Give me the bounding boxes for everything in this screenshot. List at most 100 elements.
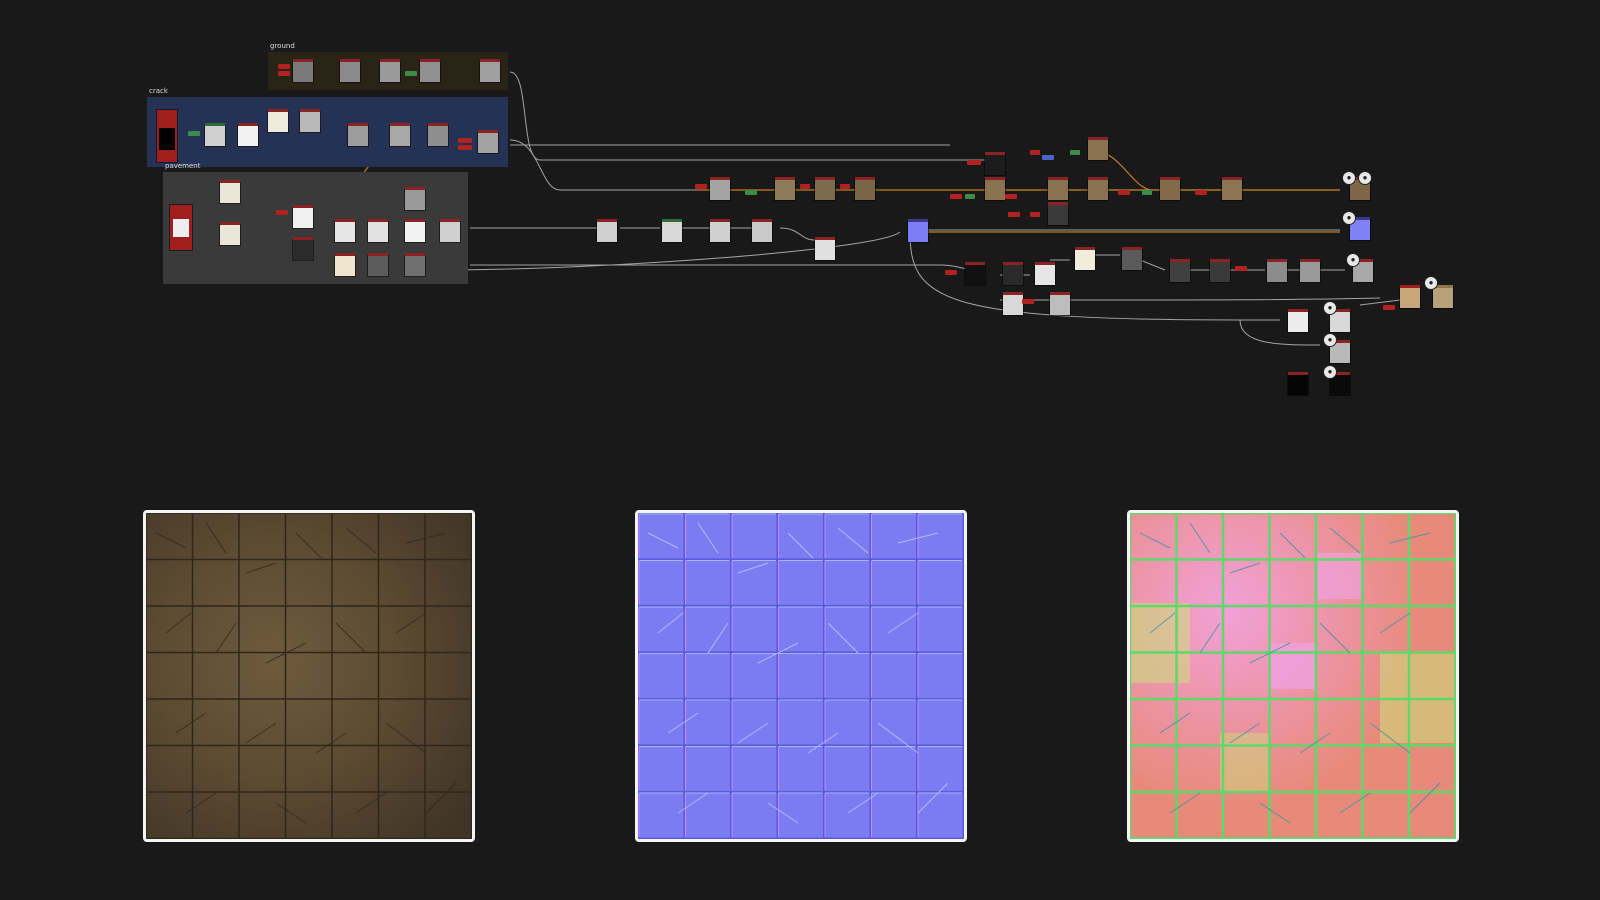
graph-node[interactable] bbox=[170, 205, 192, 250]
graph-node[interactable] bbox=[710, 177, 730, 200]
graph-node[interactable] bbox=[1433, 285, 1453, 308]
normal-map-texture bbox=[638, 513, 964, 839]
graph-node[interactable] bbox=[710, 219, 730, 242]
port-tag bbox=[945, 270, 957, 275]
output-icon[interactable]: ● bbox=[1323, 365, 1337, 379]
port-tag bbox=[278, 71, 290, 76]
port-tag bbox=[1042, 155, 1054, 160]
graph-node[interactable] bbox=[348, 123, 368, 146]
port-tag bbox=[1383, 305, 1395, 310]
graph-node[interactable] bbox=[775, 177, 795, 200]
graph-node[interactable] bbox=[1048, 177, 1068, 200]
port-tag bbox=[1022, 299, 1034, 304]
mask-map-preview[interactable] bbox=[1127, 510, 1459, 842]
graph-node[interactable] bbox=[440, 219, 460, 242]
graph-node[interactable] bbox=[1300, 259, 1320, 282]
port-tag bbox=[1118, 190, 1130, 195]
output-icon[interactable]: ● bbox=[1358, 171, 1372, 185]
port-tag bbox=[745, 190, 757, 195]
graph-node[interactable] bbox=[1088, 177, 1108, 200]
output-icon[interactable]: ● bbox=[1323, 333, 1337, 347]
graph-node[interactable] bbox=[815, 177, 835, 200]
output-icon[interactable]: ● bbox=[1424, 276, 1438, 290]
graph-node[interactable] bbox=[293, 59, 313, 82]
graph-node[interactable] bbox=[1170, 259, 1190, 282]
graph-node[interactable] bbox=[1288, 309, 1308, 332]
graph-node[interactable] bbox=[597, 219, 617, 242]
graph-node[interactable] bbox=[300, 109, 320, 132]
port-tag bbox=[950, 194, 962, 199]
graph-node[interactable] bbox=[480, 59, 500, 82]
normal-map-preview[interactable] bbox=[635, 510, 967, 842]
graph-node[interactable] bbox=[1088, 137, 1108, 160]
graph-node[interactable] bbox=[293, 237, 313, 260]
graph-node[interactable] bbox=[1267, 259, 1287, 282]
graph-node[interactable] bbox=[368, 219, 388, 242]
graph-node[interactable] bbox=[1003, 262, 1023, 285]
output-icon[interactable]: ● bbox=[1342, 171, 1356, 185]
graph-node[interactable] bbox=[368, 253, 388, 276]
graph-node[interactable] bbox=[1160, 177, 1180, 200]
frame-title-ground: ground bbox=[270, 42, 295, 50]
base-color-preview[interactable] bbox=[143, 510, 475, 842]
port-tag bbox=[1005, 194, 1017, 199]
frame-crack[interactable]: crack bbox=[147, 87, 508, 167]
graph-node[interactable] bbox=[1122, 247, 1142, 270]
graph-node[interactable] bbox=[815, 237, 835, 260]
port-tag bbox=[1030, 150, 1040, 155]
output-icon[interactable]: ● bbox=[1346, 253, 1360, 267]
port-tag bbox=[1142, 190, 1152, 195]
graph-node[interactable] bbox=[965, 262, 985, 285]
graph-node[interactable] bbox=[1050, 292, 1070, 315]
graph-node[interactable] bbox=[752, 219, 772, 242]
frame-title-pavement: pavement bbox=[165, 162, 201, 170]
graph-node[interactable] bbox=[1400, 285, 1420, 308]
port-tag bbox=[458, 138, 472, 143]
graph-node[interactable] bbox=[985, 152, 1005, 175]
graph-node[interactable] bbox=[662, 219, 682, 242]
port-tag bbox=[276, 210, 288, 215]
graph-node[interactable] bbox=[1222, 177, 1242, 200]
graph-node[interactable] bbox=[340, 59, 360, 82]
port-tag bbox=[695, 184, 707, 189]
port-tag bbox=[1070, 150, 1080, 155]
graph-node[interactable] bbox=[855, 177, 875, 200]
graph-node[interactable] bbox=[405, 219, 425, 242]
graph-node[interactable] bbox=[390, 123, 410, 146]
graph-node[interactable] bbox=[1075, 247, 1095, 270]
graph-node[interactable] bbox=[1288, 372, 1308, 395]
port-tag bbox=[1030, 212, 1040, 217]
graph-node[interactable] bbox=[335, 253, 355, 276]
graph-node[interactable] bbox=[420, 59, 440, 82]
graph-node[interactable] bbox=[1048, 202, 1068, 225]
graph-node[interactable] bbox=[478, 130, 498, 153]
graph-node[interactable] bbox=[1003, 292, 1023, 315]
graph-node[interactable] bbox=[1330, 309, 1350, 332]
graph-node[interactable] bbox=[380, 59, 400, 82]
port-tag bbox=[278, 64, 290, 69]
output-icon[interactable]: ● bbox=[1323, 301, 1337, 315]
graph-node[interactable] bbox=[1210, 259, 1230, 282]
graph-node[interactable] bbox=[428, 123, 448, 146]
frame-title-crack: crack bbox=[149, 87, 168, 95]
graph-node[interactable] bbox=[220, 180, 240, 203]
port-tag bbox=[188, 131, 200, 136]
base-color-texture bbox=[146, 513, 472, 839]
port-tag bbox=[1008, 212, 1020, 217]
graph-node[interactable] bbox=[205, 123, 225, 146]
graph-node[interactable] bbox=[985, 177, 1005, 200]
node-graph-canvas[interactable]: ground crack pavement ● ● ● ● ● ● ● ● bbox=[0, 0, 1600, 420]
output-icon[interactable]: ● bbox=[1342, 211, 1356, 225]
graph-node[interactable] bbox=[1035, 262, 1055, 285]
graph-node[interactable] bbox=[405, 187, 425, 210]
port-tag bbox=[800, 184, 810, 189]
graph-node[interactable] bbox=[238, 123, 258, 146]
graph-node[interactable] bbox=[908, 219, 928, 242]
graph-node[interactable] bbox=[335, 219, 355, 242]
graph-node[interactable] bbox=[293, 205, 313, 228]
graph-node[interactable] bbox=[268, 109, 288, 132]
graph-node[interactable] bbox=[220, 222, 240, 245]
port-tag bbox=[840, 184, 850, 189]
graph-node[interactable] bbox=[157, 110, 177, 162]
graph-node[interactable] bbox=[405, 253, 425, 276]
